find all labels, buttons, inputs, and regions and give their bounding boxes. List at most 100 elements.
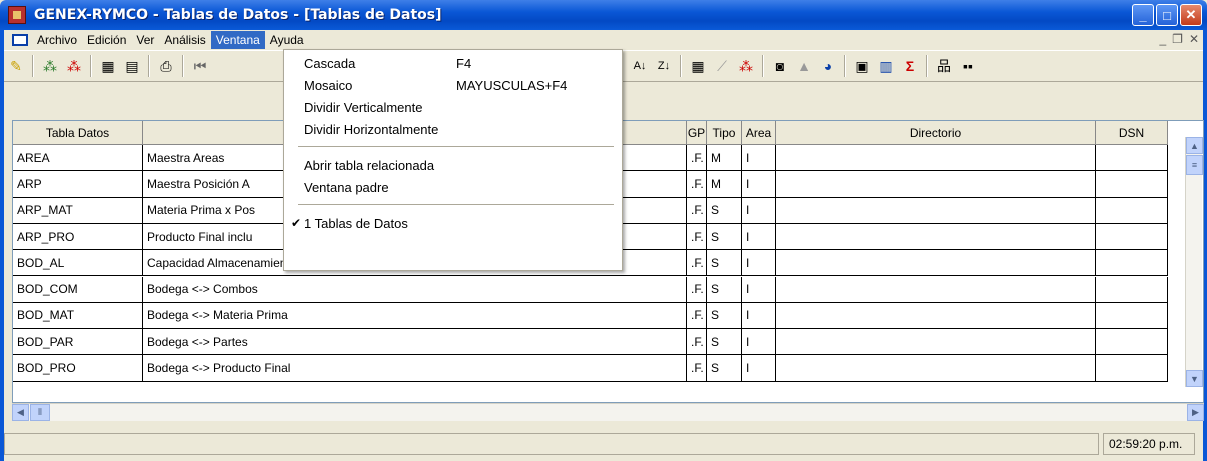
cell-directorio[interactable] (776, 197, 1096, 224)
cell-descripcion[interactable]: Bodega <-> Producto Final (143, 355, 687, 382)
cell-area[interactable]: I (742, 355, 776, 382)
table-row[interactable]: BOD_COM Bodega <-> Combos .F. S I (13, 276, 1168, 303)
cell-directorio[interactable] (776, 171, 1096, 198)
cell-area[interactable]: I (742, 329, 776, 356)
tree-icon[interactable]: ⁂ (735, 55, 757, 77)
close-button[interactable]: ✕ (1180, 4, 1202, 26)
cell-tipo[interactable]: S (707, 197, 742, 224)
cell-area[interactable]: I (742, 171, 776, 198)
cell-directorio[interactable] (776, 329, 1096, 356)
menu-item-dividir-verticalmente[interactable]: Dividir Verticalmente (284, 96, 622, 118)
app-icon[interactable] (8, 6, 26, 24)
cell-area[interactable]: I (742, 223, 776, 251)
cell-gp[interactable]: .F. (687, 197, 707, 224)
cell-gp[interactable]: .F. (687, 145, 707, 172)
table-icon[interactable]: ▦ (687, 55, 709, 77)
pie-chart-icon[interactable]: ◕ (817, 55, 839, 77)
first-record-icon[interactable]: ⏮ (189, 55, 211, 77)
cell-dsn[interactable] (1096, 223, 1168, 251)
column-header-tipo[interactable]: Tipo (707, 121, 742, 145)
cell-dsn[interactable] (1096, 355, 1168, 382)
cell-gp[interactable]: .F. (687, 329, 707, 356)
horizontal-scroll-thumb[interactable]: ⦀ (30, 404, 50, 421)
scroll-down-icon[interactable]: ▼ (1186, 370, 1203, 387)
bar-chart-icon[interactable]: ▥ (875, 55, 897, 77)
cell-dsn[interactable] (1096, 276, 1168, 303)
column-header-area[interactable]: Area (742, 121, 776, 145)
horizontal-scrollbar[interactable]: ◀ ⦀ ▶ (12, 403, 1204, 421)
cell-area[interactable]: I (742, 145, 776, 172)
cell-tipo[interactable]: M (707, 171, 742, 198)
cell-gp[interactable]: .F. (687, 171, 707, 198)
cell-gp[interactable]: .F. (687, 223, 707, 251)
cell-descripcion[interactable]: Bodega <-> Combos (143, 276, 687, 303)
cell-tipo[interactable]: S (707, 355, 742, 382)
menu-item-abrir-tabla-relacionada[interactable]: Abrir tabla relacionada (284, 154, 622, 176)
sort-ascending-icon[interactable]: A↓ (629, 55, 651, 77)
cell-tabla[interactable]: BOD_PRO (13, 355, 143, 382)
menu-analisis[interactable]: Análisis (159, 31, 210, 49)
camera-icon[interactable]: ◙ (769, 55, 791, 77)
cell-tipo[interactable]: S (707, 329, 742, 356)
cell-area[interactable]: I (742, 276, 776, 303)
columns-icon[interactable]: ▪▪ (957, 55, 979, 77)
cell-tipo[interactable]: S (707, 223, 742, 251)
title-bar[interactable]: GENEX-RYMCO - Tablas de Datos - [Tablas … (0, 0, 1207, 30)
column-header-dsn[interactable]: DSN (1096, 121, 1168, 145)
cell-directorio[interactable] (776, 145, 1096, 172)
cell-directorio[interactable] (776, 276, 1096, 303)
cell-tabla[interactable]: ARP (13, 171, 143, 198)
cell-tabla[interactable]: BOD_PAR (13, 329, 143, 356)
table-row[interactable]: BOD_PAR Bodega <-> Partes .F. S I (13, 329, 1168, 356)
cell-tabla[interactable]: BOD_MAT (13, 302, 143, 330)
menu-item-mosaico[interactable]: Mosaico MAYUSCULAS+F4 (284, 74, 622, 96)
calculator-icon[interactable]: ▣ (851, 55, 873, 77)
scroll-left-icon[interactable]: ◀ (12, 404, 29, 421)
cell-directorio[interactable] (776, 250, 1096, 277)
cell-dsn[interactable] (1096, 171, 1168, 198)
tree-remove-icon[interactable]: ⁂ (63, 55, 85, 77)
menu-ventana[interactable]: Ventana (210, 31, 265, 49)
hierarchy-icon[interactable]: 品 (933, 55, 955, 77)
cell-descripcion[interactable]: Bodega <-> Materia Prima (143, 302, 687, 330)
menu-item-dividir-horizontalmente[interactable]: Dividir Horizontalmente (284, 118, 622, 140)
form-view-icon[interactable]: ▤ (121, 55, 143, 77)
column-header-tabla-datos[interactable]: Tabla Datos (13, 121, 143, 145)
cell-area[interactable]: I (742, 250, 776, 277)
sort-descending-icon[interactable]: Z↓ (653, 55, 675, 77)
menu-ver[interactable]: Ver (131, 31, 159, 49)
cell-dsn[interactable] (1096, 302, 1168, 330)
cell-tipo[interactable]: S (707, 302, 742, 330)
cell-tabla[interactable]: ARP_MAT (13, 197, 143, 224)
cell-gp[interactable]: .F. (687, 302, 707, 330)
tree-add-icon[interactable]: ⁂ (39, 55, 61, 77)
cell-gp[interactable]: .F. (687, 355, 707, 382)
cell-dsn[interactable] (1096, 250, 1168, 277)
mdi-minimize-icon[interactable]: _ (1159, 32, 1166, 46)
cell-dsn[interactable] (1096, 197, 1168, 224)
cell-dsn[interactable] (1096, 145, 1168, 172)
cell-tabla[interactable]: BOD_AL (13, 250, 143, 277)
cell-directorio[interactable] (776, 355, 1096, 382)
mdi-close-icon[interactable]: ✕ (1189, 32, 1199, 46)
cell-gp[interactable]: .F. (687, 250, 707, 277)
area-chart-icon[interactable]: ▲ (793, 55, 815, 77)
cell-dsn[interactable] (1096, 329, 1168, 356)
table-row[interactable]: BOD_MAT Bodega <-> Materia Prima .F. S I (13, 302, 1168, 330)
cell-directorio[interactable] (776, 302, 1096, 330)
cell-descripcion[interactable]: Bodega <-> Partes (143, 329, 687, 356)
minimize-button[interactable]: _ (1132, 4, 1154, 26)
cell-area[interactable]: I (742, 302, 776, 330)
vertical-scrollbar[interactable]: ▲ ≡ ▼ (1185, 137, 1203, 387)
magic-wand-icon[interactable]: ✎ (5, 55, 27, 77)
menu-item-tablas-de-datos[interactable]: ✔ 1 Tablas de Datos (284, 212, 622, 234)
chart-line-icon[interactable]: ⟋ (711, 55, 733, 77)
cell-tipo[interactable]: S (707, 276, 742, 303)
menu-item-ventana-padre[interactable]: Ventana padre (284, 176, 622, 198)
cell-tabla[interactable]: AREA (13, 145, 143, 172)
table-row[interactable]: BOD_PRO Bodega <-> Producto Final .F. S I (13, 355, 1168, 382)
menu-ayuda[interactable]: Ayuda (265, 31, 309, 49)
scroll-up-icon[interactable]: ▲ (1186, 137, 1203, 154)
cell-tabla[interactable]: ARP_PRO (13, 223, 143, 251)
column-header-gp[interactable]: GP (687, 121, 707, 145)
